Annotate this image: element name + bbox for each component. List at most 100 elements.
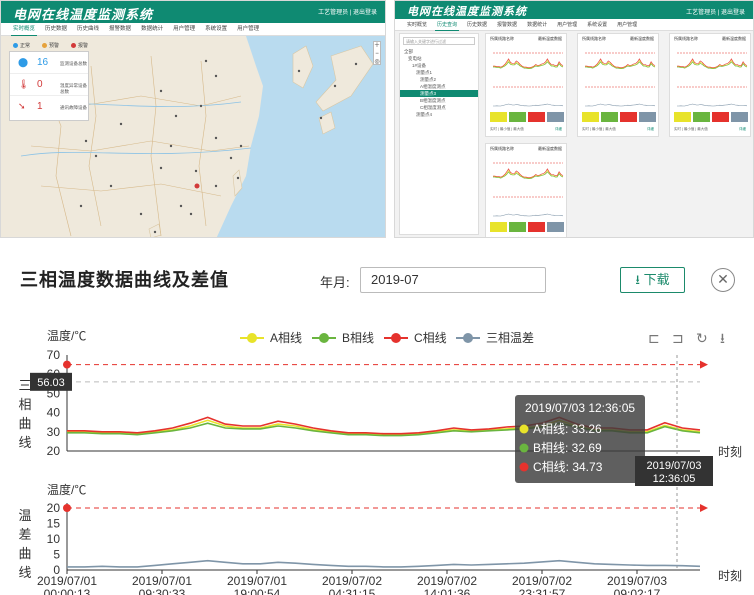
mini-card-detail-link[interactable]: 详细 — [555, 237, 562, 238]
three-phase-chart[interactable]: A相线B相线C相线三相温差⊏⊐↻⭳温度/℃203040506070时刻56.03… — [0, 308, 754, 595]
status-tile — [528, 222, 545, 232]
threshold-arrow — [700, 360, 708, 369]
legend-item: 预警 — [42, 42, 59, 49]
nav-item[interactable]: 实时概览 — [11, 23, 38, 36]
tree-node[interactable]: 测量点1 — [400, 69, 478, 76]
nav-item[interactable]: 历史数据 — [465, 19, 489, 31]
mini-card-detail-link[interactable]: 详细 — [647, 127, 654, 132]
status-tile — [528, 112, 545, 122]
map-page-screenshot: 电网在线温度监测系统 工艺管理员 | 退出登录 实时概览 历史数据 历史曲线 报… — [0, 0, 386, 238]
mini-card-footer: 实时 | 最小值 | 最大值 详细 — [582, 127, 654, 132]
nav-item[interactable]: 数据统计 — [139, 23, 165, 36]
mini-card-header: 所属线路名称 最新温度数据 — [486, 34, 566, 44]
tree-node[interactable]: C相温度测点 — [400, 104, 478, 111]
status-tile — [547, 112, 564, 122]
mini-card-detail-link[interactable]: 详细 — [555, 127, 562, 132]
status-tile — [712, 112, 729, 122]
y-tick-label: 10 — [47, 532, 61, 546]
y-axis-label: 温度/℃ — [47, 482, 86, 497]
x-tick-label: 09:02:17 — [614, 587, 661, 595]
mini-card-header: 所属线路名称 最新温度数据 — [670, 34, 750, 44]
mini-series-line — [677, 103, 748, 107]
tooltip-dot — [519, 443, 529, 453]
nav-item[interactable]: 报警数据 — [107, 23, 133, 36]
nav-item[interactable]: 系统设置 — [203, 23, 229, 36]
nav-item[interactable]: 历史数据 — [43, 23, 69, 36]
tree-node[interactable]: 变电站 — [400, 55, 478, 62]
year-month-input[interactable]: 2019-07 — [360, 267, 546, 293]
threshold-marker — [63, 360, 71, 369]
x-tick-label: 00:00:13 — [44, 587, 91, 595]
x-tick-label: 09:30:33 — [139, 587, 186, 595]
nav-item[interactable]: 用户管理 — [235, 23, 261, 36]
series-line — [67, 559, 701, 568]
nav-item[interactable]: 用户管理 — [171, 23, 197, 36]
tree-node[interactable]: 1#设备 — [400, 62, 478, 69]
stat-label: 通讯故障设备 — [60, 105, 87, 110]
map-zoom-control[interactable]: ＋ − ◎ — [373, 41, 381, 65]
nav-item[interactable]: 系统设置 — [585, 19, 609, 31]
user-info[interactable]: 工艺管理员 | 退出登录 — [318, 7, 377, 16]
x-tick-label: 2019/07/03 — [607, 574, 667, 588]
stat-label: 监测设备总数 — [60, 61, 87, 66]
mini-card-detail-link[interactable]: 详细 — [739, 127, 746, 132]
app-title: 电网在线温度监测系统 — [13, 8, 154, 23]
legend-label: B相线 — [342, 331, 374, 345]
stat-value: 1 — [37, 101, 43, 112]
nav-item[interactable]: 历史查询 — [435, 19, 460, 31]
tree-node[interactable]: 全部 — [400, 48, 478, 55]
legend-label: 三相温差 — [486, 331, 534, 345]
stat-row[interactable]: ➘ 1 通讯故障设备 — [10, 96, 88, 118]
cursor-label-date: 2019/07/03 — [646, 460, 701, 472]
mini-chart — [493, 52, 564, 107]
alert-arrow-icon: ➘ — [18, 101, 26, 111]
main-nav: 实时概览 历史数据 历史曲线 报警数据 数据统计 用户管理 系统设置 用户管理 — [1, 23, 385, 36]
toolbox-icon: ↻ — [696, 331, 708, 347]
status-dot-icon — [13, 43, 18, 49]
mini-card-footer: 实时 | 最小值 | 最大值 详细 — [674, 127, 746, 132]
nav-item[interactable]: 历史曲线 — [75, 23, 101, 36]
toolbox-icon: ⭳ — [720, 331, 725, 347]
mini-chart — [585, 52, 656, 107]
x-tick-label: 2019/07/01 — [132, 574, 192, 588]
x-tick-label: 2019/07/01 — [37, 574, 97, 588]
status-tile — [601, 112, 618, 122]
mini-card-title: 所属线路名称 — [490, 146, 514, 151]
tree-node[interactable]: 测量点2 — [400, 76, 478, 83]
tree-search-input[interactable]: 请输入关键字进行过滤 — [403, 37, 475, 45]
tree-node-selected[interactable]: 测量点3 — [400, 90, 478, 97]
mini-card-subtitle: 最新温度数据 — [538, 146, 562, 151]
nav-item[interactable]: 用户管理 — [615, 19, 639, 31]
stat-row[interactable]: 🌡 0 温度异常设备总数 — [10, 74, 88, 96]
download-button[interactable]: ⭳ 下载 — [620, 267, 685, 293]
mini-chart — [677, 52, 748, 107]
app-header: 电网在线温度监测系统 工艺管理员 | 退出登录 — [1, 1, 385, 23]
stat-label: 温度异常设备总数 — [60, 83, 87, 94]
mini-chart-card[interactable]: 所属线路名称 最新温度数据实时 | 最小值 | 最大值 详细 — [485, 143, 567, 238]
nav-item[interactable]: 报警数据 — [495, 19, 519, 31]
user-info[interactable]: 工艺管理员 | 退出登录 — [686, 7, 745, 16]
tree-node[interactable]: 测量点4 — [400, 111, 478, 118]
status-tile — [639, 112, 656, 122]
stat-value: 0 — [37, 79, 43, 90]
nav-item[interactable]: 用户管理 — [555, 19, 579, 31]
tooltip-dot — [519, 462, 529, 472]
nav-item[interactable]: 实时概览 — [405, 19, 429, 31]
mini-chart-card[interactable]: 所属线路名称 最新温度数据实时 | 最小值 | 最大值 详细 — [669, 33, 751, 137]
tree-node[interactable]: B相温度测点 — [400, 97, 478, 104]
tooltip-row: C相线: 34.73 — [533, 460, 603, 474]
nav-item[interactable]: 数据统计 — [525, 19, 549, 31]
mini-card-header: 所属线路名称 最新温度数据 — [578, 34, 658, 44]
status-tile — [547, 222, 564, 232]
legend-item: 正常 — [13, 42, 30, 49]
mini-chart-card[interactable]: 所属线路名称 最新温度数据实时 | 最小值 | 最大值 详细 — [577, 33, 659, 137]
y-tick-label: 20 — [47, 444, 61, 458]
close-button[interactable]: ✕ — [711, 268, 735, 292]
status-tile — [674, 112, 691, 122]
y-axis-label: 温度/℃ — [47, 328, 86, 343]
tooltip-dot — [519, 424, 529, 434]
mini-chart-card[interactable]: 所属线路名称 最新温度数据实时 | 最小值 | 最大值 详细 — [485, 33, 567, 137]
stat-row[interactable]: ⬤ 16 监测设备总数 — [10, 52, 88, 74]
x-tick-label: 2019/07/01 — [227, 574, 287, 588]
tree-node[interactable]: A相温度测点 — [400, 83, 478, 90]
